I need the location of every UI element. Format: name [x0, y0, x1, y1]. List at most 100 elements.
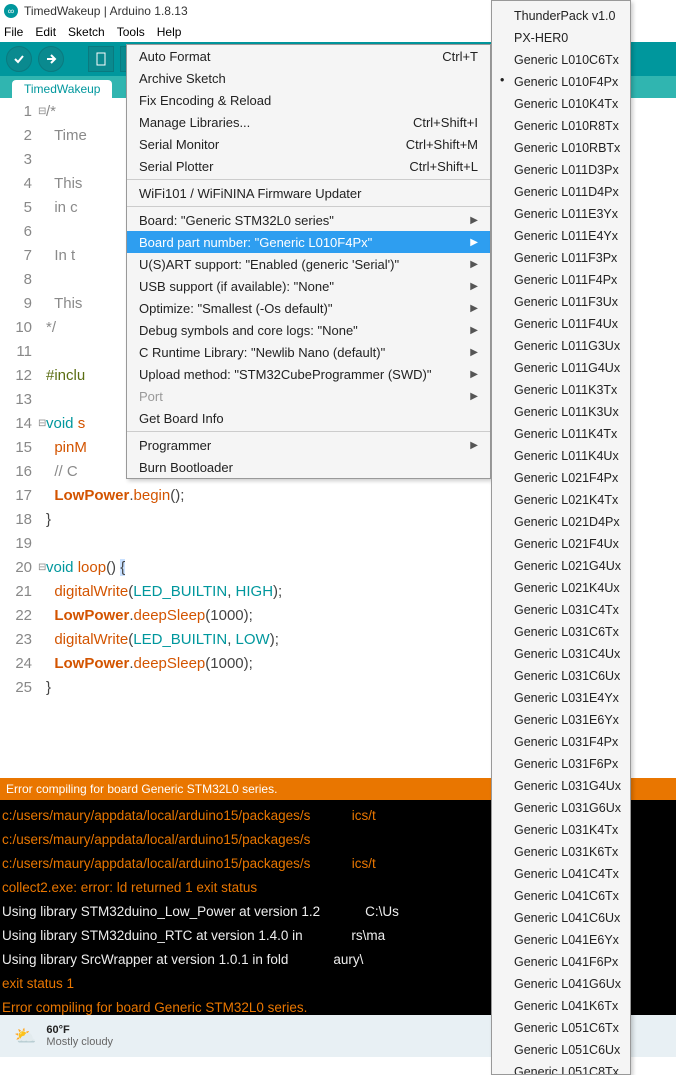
tab-sketch[interactable]: TimedWakeup [12, 80, 112, 98]
menu-item[interactable]: Archive Sketch [127, 67, 490, 89]
submenu-item[interactable]: Generic L031C4Tx [492, 599, 630, 621]
fold-marker [38, 220, 46, 244]
menu-file[interactable]: File [4, 25, 23, 39]
submenu-item[interactable]: Generic L011D3Px [492, 159, 630, 181]
submenu-item[interactable]: Generic L011G3Ux [492, 335, 630, 357]
menu-item[interactable]: Auto FormatCtrl+T [127, 45, 490, 67]
submenu-item[interactable]: Generic L031C4Ux [492, 643, 630, 665]
submenu-item[interactable]: Generic L021D4Px [492, 511, 630, 533]
menu-item[interactable]: Upload method: "STM32CubeProgrammer (SWD… [127, 363, 490, 385]
menu-item[interactable]: WiFi101 / WiFiNINA Firmware Updater [127, 182, 490, 204]
submenu-item[interactable]: PX-HER0 [492, 27, 630, 49]
submenu-item[interactable]: Generic L011E3Yx [492, 203, 630, 225]
line-number: 18 [0, 508, 32, 532]
menu-item[interactable]: C Runtime Library: "Newlib Nano (default… [127, 341, 490, 363]
submenu-item[interactable]: Generic L011F4Px [492, 269, 630, 291]
submenu-item[interactable]: Generic L031K6Tx [492, 841, 630, 863]
submenu-item-label: Generic L010RBTx [514, 141, 620, 155]
submenu-item[interactable]: Generic L031E6Yx [492, 709, 630, 731]
submenu-item[interactable]: Generic L031K4Tx [492, 819, 630, 841]
submenu-item[interactable]: Generic L011F3Ux [492, 291, 630, 313]
menu-edit[interactable]: Edit [35, 25, 56, 39]
submenu-item[interactable]: ThunderPack v1.0 [492, 5, 630, 27]
submenu-item[interactable]: Generic L031C6Ux [492, 665, 630, 687]
menu-item-label: WiFi101 / WiFiNINA Firmware Updater [139, 186, 361, 201]
menu-item[interactable]: Programmer▶ [127, 434, 490, 456]
submenu-arrow-icon: ▶ [470, 237, 478, 248]
submenu-item-label: Generic L011F4Px [514, 273, 617, 287]
fold-marker[interactable]: ⊟ [38, 100, 46, 124]
submenu-item[interactable]: Generic L041G6Ux [492, 973, 630, 995]
verify-button[interactable] [6, 46, 32, 72]
submenu-item[interactable]: Generic L021F4Px [492, 467, 630, 489]
submenu-item[interactable]: Generic L021F4Ux [492, 533, 630, 555]
menu-item[interactable]: Fix Encoding & Reload [127, 89, 490, 111]
submenu-item[interactable]: Generic L011K4Tx [492, 423, 630, 445]
submenu-item-label: Generic L011E3Yx [514, 207, 618, 221]
submenu-item[interactable]: Generic L041C6Ux [492, 907, 630, 929]
submenu-item[interactable]: Generic L021G4Ux [492, 555, 630, 577]
submenu-arrow-icon: ▶ [470, 215, 478, 226]
submenu-item[interactable]: Generic L021K4Tx [492, 489, 630, 511]
submenu-item-label: Generic L031C6Tx [514, 625, 619, 639]
submenu-item-label: Generic L041C6Ux [514, 911, 620, 925]
menu-tools[interactable]: Tools [117, 25, 145, 39]
menu-item[interactable]: U(S)ART support: "Enabled (generic 'Seri… [127, 253, 490, 275]
submenu-item[interactable]: Generic L031G6Ux [492, 797, 630, 819]
weather-icon: ⛅ [14, 1026, 36, 1047]
submenu-item[interactable]: Generic L011K3Ux [492, 401, 630, 423]
submenu-item[interactable]: Generic L010K4Tx [492, 93, 630, 115]
submenu-item[interactable]: Generic L031F6Px [492, 753, 630, 775]
menu-item[interactable]: Board: "Generic STM32L0 series"▶ [127, 209, 490, 231]
menu-sketch[interactable]: Sketch [68, 25, 105, 39]
upload-button[interactable] [38, 46, 64, 72]
menu-shortcut: Ctrl+T [442, 49, 478, 64]
submenu-item[interactable]: Generic L010F4Px [492, 71, 630, 93]
menu-item[interactable]: Serial MonitorCtrl+Shift+M [127, 133, 490, 155]
menu-item[interactable]: Optimize: "Smallest (-Os default)"▶ [127, 297, 490, 319]
submenu-item[interactable]: Generic L021K4Ux [492, 577, 630, 599]
line-number: 1 [0, 100, 32, 124]
fold-marker[interactable]: ⊟ [38, 412, 46, 436]
submenu-item[interactable]: Generic L051C6Tx [492, 1017, 630, 1039]
submenu-item[interactable]: Generic L011E4Yx [492, 225, 630, 247]
submenu-item[interactable]: Generic L041E6Yx [492, 929, 630, 951]
menu-item[interactable]: Get Board Info [127, 407, 490, 429]
submenu-item[interactable]: Generic L041K6Tx [492, 995, 630, 1017]
submenu-item[interactable]: Generic L041F6Px [492, 951, 630, 973]
new-button[interactable] [88, 46, 114, 72]
submenu-item[interactable]: Generic L011F4Ux [492, 313, 630, 335]
menu-item[interactable]: Burn Bootloader [127, 456, 490, 478]
menu-item[interactable]: USB support (if available): "None"▶ [127, 275, 490, 297]
submenu-item[interactable]: Generic L041C6Tx [492, 885, 630, 907]
fold-marker[interactable]: ⊟ [38, 556, 46, 580]
submenu-item[interactable]: Generic L011K4Ux [492, 445, 630, 467]
submenu-item[interactable]: Generic L010C6Tx [492, 49, 630, 71]
submenu-item-label: Generic L031F4Px [514, 735, 618, 749]
submenu-item-label: Generic L011K4Ux [514, 449, 619, 463]
menu-help[interactable]: Help [157, 25, 182, 39]
submenu-item[interactable]: Generic L031E4Yx [492, 687, 630, 709]
menu-item-label: Burn Bootloader [139, 460, 233, 475]
submenu-item[interactable]: Generic L011K3Tx [492, 379, 630, 401]
submenu-item-label: ThunderPack v1.0 [514, 9, 615, 23]
weather-widget[interactable]: 60°F Mostly cloudy [46, 1024, 113, 1048]
submenu-item[interactable]: Generic L011D4Px [492, 181, 630, 203]
menu-item[interactable]: Serial PlotterCtrl+Shift+L [127, 155, 490, 177]
menu-item[interactable]: Manage Libraries...Ctrl+Shift+I [127, 111, 490, 133]
submenu-item[interactable]: Generic L010R8Tx [492, 115, 630, 137]
submenu-arrow-icon: ▶ [470, 369, 478, 380]
submenu-item-label: Generic L031K6Tx [514, 845, 618, 859]
submenu-item[interactable]: Generic L051C8Tx [492, 1061, 630, 1075]
submenu-item[interactable]: Generic L011F3Px [492, 247, 630, 269]
submenu-item[interactable]: Generic L011G4Ux [492, 357, 630, 379]
submenu-item-label: Generic L041F6Px [514, 955, 618, 969]
menu-item[interactable]: Debug symbols and core logs: "None"▶ [127, 319, 490, 341]
submenu-item[interactable]: Generic L031C6Tx [492, 621, 630, 643]
submenu-item[interactable]: Generic L031G4Ux [492, 775, 630, 797]
submenu-item[interactable]: Generic L031F4Px [492, 731, 630, 753]
submenu-item[interactable]: Generic L051C6Ux [492, 1039, 630, 1061]
submenu-item[interactable]: Generic L041C4Tx [492, 863, 630, 885]
submenu-item[interactable]: Generic L010RBTx [492, 137, 630, 159]
menu-item[interactable]: Board part number: "Generic L010F4Px"▶ [127, 231, 490, 253]
